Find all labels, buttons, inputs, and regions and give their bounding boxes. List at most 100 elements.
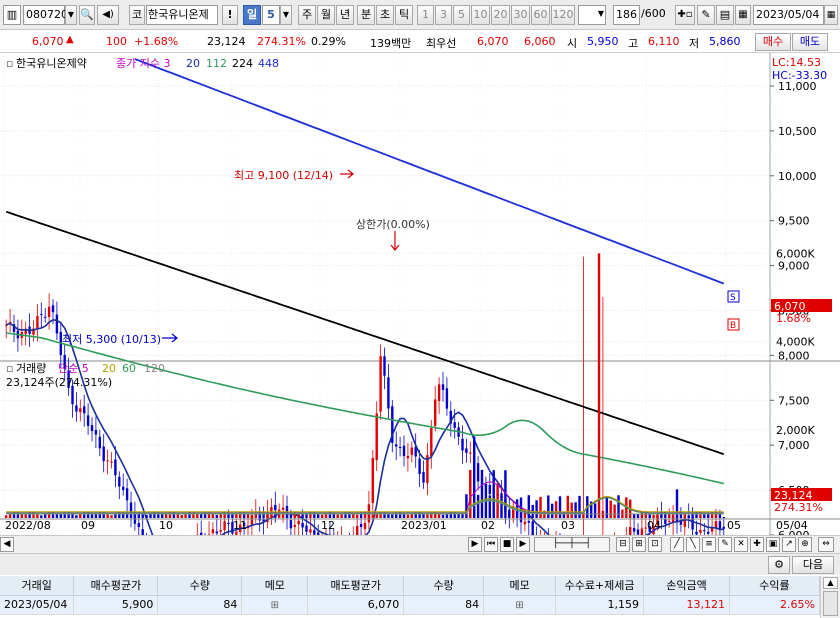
buy-button[interactable]: 매수 (755, 33, 791, 51)
candle-body (379, 356, 382, 412)
period-year-button[interactable]: 년 (336, 5, 354, 25)
candle-body (629, 527, 632, 535)
pen-tool-icon[interactable]: ✎ (718, 537, 732, 552)
scroll-up-icon[interactable]: ▲ (823, 577, 838, 589)
cell-buy-memo[interactable]: ⊞ (241, 595, 309, 615)
cell-sell-memo[interactable]: ⊞ (483, 595, 557, 615)
candle-body (51, 305, 55, 313)
play-forward-icon[interactable]: ▶ (516, 537, 530, 552)
period-week-button[interactable]: 주 (298, 5, 316, 25)
cross-tool-icon[interactable]: ✕ (734, 537, 748, 552)
fit-icon[interactable]: ⊡ (648, 537, 662, 552)
interval-20-button[interactable]: 20 (491, 5, 510, 25)
candle-body (75, 405, 78, 412)
candle-body (125, 488, 129, 501)
period-sec-button[interactable]: 초 (376, 5, 394, 25)
period-n-dropdown-icon[interactable]: ▼ (280, 5, 292, 25)
volume-bar (5, 515, 8, 518)
text-tool-icon[interactable]: ⊕ (798, 537, 812, 552)
cell-trade-date: 2023/05/04 (0, 595, 75, 615)
time-axis-label: 11 (233, 519, 247, 532)
play-back-icon[interactable]: ⏮ (484, 537, 498, 552)
up-arrow-icon: ▲ (66, 34, 74, 45)
expand-icon[interactable]: ⇔ (818, 537, 834, 552)
sell-button[interactable]: 매도 (792, 33, 828, 51)
chart-scrollbar[interactable]: ◀ ▶ ⏮ ■ ▶ ├──┼──┤ ⊟ ⊞ ⊡ ╱ ╲ ≡ ✎ ✕ ✚ ▣ ↗ … (0, 535, 840, 553)
period-day-button[interactable]: 일 (243, 5, 261, 25)
candle-body (531, 521, 534, 535)
volume-ratio: 274.31% (257, 35, 306, 48)
chart-settings-icon[interactable]: ✚▫ (675, 5, 695, 25)
volume-value: 23,124 (207, 35, 246, 48)
candle-body (40, 313, 43, 315)
chart-area[interactable]: 11,00010,50010,0009,5009,0008,5008,0007,… (0, 53, 840, 535)
interval-3-button[interactable]: 3 (435, 5, 452, 25)
interval-5-button[interactable]: 5 (453, 5, 470, 25)
candle-body (102, 446, 105, 462)
calendar-icon[interactable]: ▦ (735, 5, 751, 25)
ma224-label: 224 (232, 57, 253, 70)
cell-buy-avg: 5,900 (73, 595, 159, 615)
alert-button[interactable]: ! (222, 5, 238, 25)
volume-bar (597, 253, 601, 518)
scroll-right-icon[interactable]: ▶ (468, 537, 482, 552)
zoom-slider[interactable]: ├──┼──┤ (534, 537, 610, 552)
draw-tool-icon[interactable]: ✎ (697, 5, 715, 25)
volume-info: 23,124주(274.31%) (6, 376, 112, 389)
price-change: 100 (106, 35, 127, 48)
interval-120-button[interactable]: 120 (551, 5, 575, 25)
line-tool-icon[interactable]: ╲ (686, 537, 700, 552)
scroll-thumb[interactable] (823, 591, 838, 616)
volume-bar (671, 514, 675, 518)
volume-bar (613, 504, 616, 518)
interval-10-button[interactable]: 10 (471, 5, 490, 25)
trade-settings-icon[interactable]: ⚙ (768, 556, 790, 574)
bar-count-field[interactable]: 186 (613, 5, 640, 25)
col-trade-date: 거래일 (0, 576, 75, 596)
time-axis-label: 05 (727, 519, 741, 532)
volume-bar (125, 514, 129, 518)
trend-tool-icon[interactable]: ╱ (670, 537, 684, 552)
candle-body (383, 356, 386, 376)
memo-icon[interactable]: ⊞ (515, 600, 523, 611)
volume-tick-label: 6,000K (776, 247, 815, 260)
capture-icon[interactable]: ▣ (766, 537, 780, 552)
code-dropdown-icon[interactable]: ▼ (65, 5, 77, 25)
search-icon[interactable]: 🔍 (79, 5, 95, 25)
arrow-tool-icon[interactable]: ↗ (782, 537, 796, 552)
chart-type-icon[interactable]: ▥ (3, 5, 21, 25)
price-tick-label: 9,500 (778, 215, 810, 228)
zoom-in-icon[interactable]: ⊞ (632, 537, 646, 552)
candle-body (703, 530, 706, 532)
date-field[interactable]: 2023/05/04 (753, 5, 824, 25)
period-tick-button[interactable]: 틱 (395, 5, 413, 25)
stop-icon[interactable]: ■ (500, 537, 514, 552)
period-min-button[interactable]: 분 (357, 5, 375, 25)
candle-body (395, 444, 398, 447)
scroll-left-icon[interactable]: ◀ (0, 537, 14, 552)
min-price-label: 최저 5,300 (10/13) (62, 333, 161, 346)
table-row[interactable]: 2023/05/04 5,900 84 ⊞ 6,070 84 ⊞ 1,159 1… (0, 595, 821, 615)
time-axis-label: 12 (321, 519, 335, 532)
candle-body (476, 463, 480, 482)
trade-panel-bar: ⚙ 다음 (0, 553, 840, 575)
memo-icon[interactable]: ⊞ (271, 600, 279, 611)
next-button[interactable]: 다음 (792, 556, 834, 574)
interval-30-button[interactable]: 30 (511, 5, 530, 25)
zoom-out-icon[interactable]: ⊟ (616, 537, 630, 552)
col-return: 수익률 (729, 576, 821, 596)
period-n-field[interactable]: 5 (262, 5, 280, 25)
volume-bar (215, 514, 218, 518)
fib-tool-icon[interactable]: ≡ (702, 537, 716, 552)
date-picker-icon[interactable]: ▦ (824, 5, 838, 25)
custom-interval-dropdown-icon[interactable]: ▼ (595, 5, 607, 25)
crosshair-icon[interactable]: ✚ (750, 537, 764, 552)
table-scrollbar[interactable]: ▲ (820, 576, 840, 618)
sound-icon[interactable]: ◀) (97, 5, 119, 25)
max-price-label: 최고 9,100 (12/14) (234, 169, 333, 182)
period-month-button[interactable]: 월 (317, 5, 335, 25)
chart-save-icon[interactable]: ▤ (716, 5, 734, 25)
interval-60-button[interactable]: 60 (531, 5, 550, 25)
stock-code-input[interactable]: 080720 (23, 5, 68, 25)
interval-1-button[interactable]: 1 (417, 5, 434, 25)
